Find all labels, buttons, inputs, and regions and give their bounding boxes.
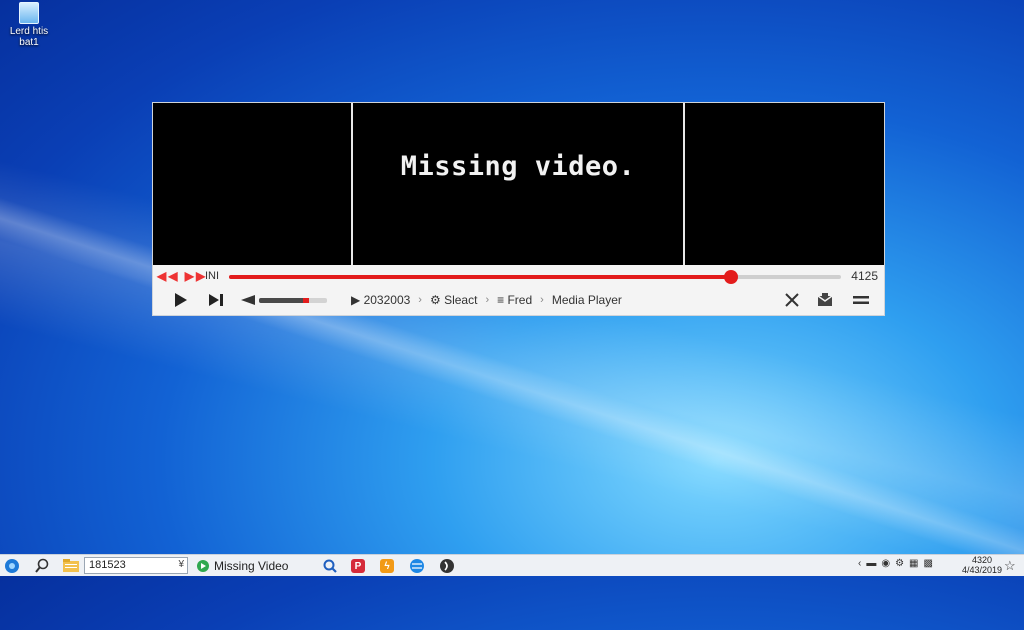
next-button[interactable] [205, 289, 227, 311]
breadcrumb-item[interactable]: ⚙ Sleact [430, 293, 477, 307]
controls-row: ▶ 2032003 › ⚙ Sleact › ≡ Fred › Media Pl… [153, 287, 884, 315]
desktop-shortcut[interactable]: Lerd htis bat1 [4, 2, 54, 48]
tray-chevron-icon[interactable]: ‹ [858, 558, 861, 569]
desktop-shortcut-label: Lerd htis bat1 [9, 26, 49, 48]
taskbar-app-orange[interactable]: ϟ [380, 557, 394, 575]
close-icon [785, 293, 799, 307]
file-explorer-button[interactable] [62, 557, 80, 575]
taskbar-search-app[interactable] [322, 557, 338, 575]
search-button[interactable] [34, 557, 50, 575]
taskbar-app-globe[interactable] [409, 557, 425, 575]
breadcrumb-item[interactable]: ≡ Fred [497, 293, 532, 307]
clock-time: 4320 [972, 555, 993, 565]
app-dark-icon [440, 559, 454, 573]
chevron-right-icon: › [485, 294, 490, 306]
seek-left-label: INI [205, 270, 220, 282]
play-small-icon: ▶ [351, 293, 361, 307]
qr-icon[interactable]: ▩ [924, 558, 933, 569]
taskbar-app-dark[interactable] [439, 557, 455, 575]
volume-icon [241, 295, 255, 305]
menu-button[interactable] [853, 289, 869, 311]
computer-icon [19, 2, 39, 24]
volume-control[interactable] [241, 295, 329, 305]
settings-icon[interactable]: ⚙ [895, 558, 904, 569]
skip-next-icon [209, 294, 223, 306]
taskbar-app-missing-video[interactable]: Missing Video [196, 557, 288, 575]
browser-icon [410, 559, 424, 573]
star-icon: ☆ [1004, 558, 1016, 573]
video-pane-left [153, 103, 351, 265]
taskbar: 181523 ¥ Missing Video P ϟ ‹ ▬ ◉ ⚙ ▦ ▩ 4… [0, 554, 1024, 576]
seek-bar-row: ◀◀ ▶▶ INI 4125 [153, 265, 884, 287]
media-app-icon [197, 560, 209, 572]
mail-button[interactable] [817, 289, 833, 311]
seek-slider[interactable] [229, 270, 841, 284]
notifications-button[interactable]: ☆ [1004, 557, 1016, 575]
chevron-right-icon: › [418, 294, 422, 306]
taskbar-app-label: Missing Video [214, 559, 289, 573]
chevron-right-icon: › [540, 294, 544, 306]
start-button[interactable] [4, 557, 20, 575]
filter-icon: ≡ [497, 293, 505, 307]
volume-marker [303, 298, 310, 303]
clock-date: 4/43/2019 [962, 565, 1003, 575]
video-screen[interactable]: Missing video. [153, 103, 884, 265]
missing-video-message: Missing video. [400, 151, 636, 182]
play-icon [175, 293, 187, 307]
taskbar-app-red[interactable]: P [351, 557, 365, 575]
video-pane-right [683, 103, 884, 265]
search-suffix: ¥ [178, 559, 184, 570]
close-button[interactable] [785, 289, 799, 311]
breadcrumb-item[interactable]: ▶ 2032003 [351, 293, 410, 307]
video-pane-center: Missing video. [351, 103, 683, 265]
volume-fill [259, 298, 310, 303]
media-player-window: Missing video. ◀◀ ▶▶ INI 4125 ▶ 2032003 … [152, 102, 885, 316]
battery-icon[interactable]: ▬ [866, 558, 876, 569]
hamburger-menu-icon [853, 296, 869, 304]
envelope-icon [817, 293, 833, 306]
breadcrumb-item[interactable]: Media Player [552, 293, 622, 307]
play-button[interactable] [171, 289, 191, 311]
lightning-icon: ϟ [380, 559, 394, 573]
breadcrumb: ▶ 2032003 › ⚙ Sleact › ≡ Fred › Media Pl… [351, 293, 622, 307]
seek-progress-fill [229, 275, 731, 279]
search-icon [35, 558, 49, 573]
network-icon[interactable]: ◉ [881, 558, 890, 569]
bookmark-icon: P [351, 559, 365, 573]
gear-icon: ⚙ [429, 293, 441, 307]
magnifier-icon [323, 559, 337, 573]
taskbar-search-input[interactable]: 181523 ¥ [84, 557, 188, 574]
clock[interactable]: 4320 4/43/2019 [962, 555, 1002, 575]
volume-slider[interactable] [259, 298, 327, 303]
rewind-forward-icons[interactable]: ◀◀ ▶▶ [157, 269, 207, 283]
grid-icon[interactable]: ▦ [909, 558, 918, 569]
system-tray: ‹ ▬ ◉ ⚙ ▦ ▩ [858, 558, 933, 569]
start-orb-icon [5, 559, 19, 573]
seek-handle[interactable] [723, 270, 738, 284]
folder-icon [63, 559, 79, 572]
time-display: 4125 [851, 269, 878, 283]
